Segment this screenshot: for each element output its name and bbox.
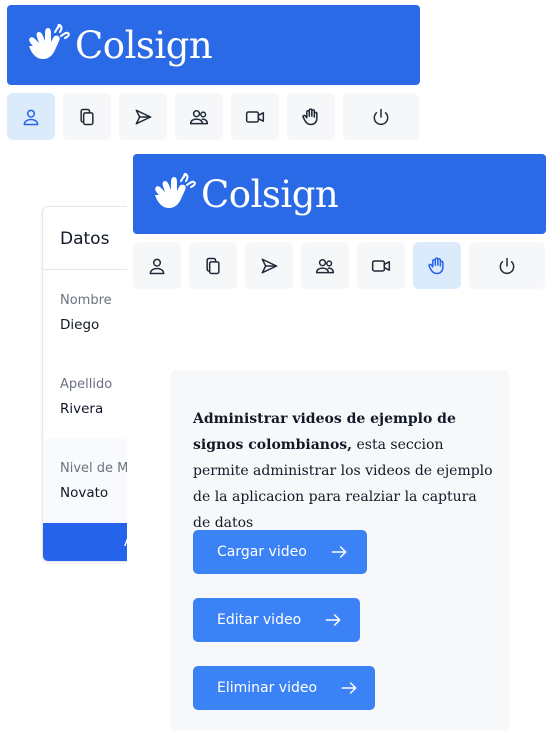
nav-send-button[interactable] bbox=[245, 242, 293, 289]
user-icon bbox=[149, 258, 165, 274]
clapping-hands-logo-icon bbox=[151, 173, 197, 215]
nav-documents-button[interactable] bbox=[189, 242, 237, 289]
videos-panel: Administrar videos de ejemplo de signos … bbox=[170, 370, 510, 730]
main-nav bbox=[7, 93, 419, 140]
send-icon bbox=[261, 258, 278, 273]
edit-video-button[interactable]: Editar video bbox=[193, 598, 360, 642]
arrow-right-icon bbox=[329, 542, 349, 562]
nav-send-button[interactable] bbox=[119, 93, 167, 140]
field-value-nombre: Diego bbox=[60, 317, 100, 333]
field-label-nombre: Nombre bbox=[60, 293, 112, 308]
profile-title: Datos bbox=[60, 229, 110, 249]
front-window: Colsign Administrar videos de ejemplo de… bbox=[127, 147, 558, 730]
hand-icon bbox=[302, 107, 318, 125]
delete-video-button[interactable]: Eliminar video bbox=[193, 666, 375, 710]
nav-profile-button[interactable] bbox=[7, 93, 55, 140]
power-icon bbox=[373, 108, 389, 125]
videos-description: Administrar videos de ejemplo de signos … bbox=[193, 406, 493, 536]
copy-icon bbox=[80, 108, 94, 125]
send-icon bbox=[135, 109, 152, 124]
nav-documents-button[interactable] bbox=[63, 93, 111, 140]
users-icon bbox=[315, 258, 335, 273]
nav-logout-button[interactable] bbox=[343, 93, 419, 140]
hand-icon bbox=[428, 256, 444, 274]
header-banner: Colsign bbox=[7, 5, 420, 85]
video-icon bbox=[245, 110, 265, 123]
nav-profile-button[interactable] bbox=[133, 242, 181, 289]
nav-video-button[interactable] bbox=[357, 242, 405, 289]
nav-users-button[interactable] bbox=[175, 93, 223, 140]
arrow-right-icon bbox=[339, 678, 359, 698]
field-label-apellido: Apellido bbox=[60, 377, 113, 392]
main-nav bbox=[133, 242, 545, 289]
upload-video-label: Cargar video bbox=[217, 544, 307, 560]
power-icon bbox=[499, 257, 515, 274]
clapping-hands-logo-icon bbox=[25, 24, 71, 66]
nav-signs-button[interactable] bbox=[287, 93, 335, 140]
delete-video-label: Eliminar video bbox=[217, 680, 318, 696]
nav-users-button[interactable] bbox=[301, 242, 349, 289]
edit-video-label: Editar video bbox=[217, 612, 302, 628]
brand-name: Colsign bbox=[75, 23, 213, 67]
field-value-apellido: Rivera bbox=[60, 401, 104, 417]
field-value-nivel: Novato bbox=[60, 485, 109, 501]
arrow-right-icon bbox=[323, 610, 343, 630]
users-icon bbox=[189, 109, 209, 124]
video-icon bbox=[371, 259, 391, 272]
header-banner: Colsign bbox=[133, 154, 546, 234]
field-label-nivel: Nivel de M bbox=[60, 461, 129, 476]
brand-name: Colsign bbox=[201, 172, 339, 216]
nav-video-button[interactable] bbox=[231, 93, 279, 140]
nav-logout-button[interactable] bbox=[469, 242, 545, 289]
nav-signs-button[interactable] bbox=[413, 242, 461, 289]
upload-video-button[interactable]: Cargar video bbox=[193, 530, 367, 574]
copy-icon bbox=[206, 257, 220, 274]
user-icon bbox=[23, 109, 39, 125]
